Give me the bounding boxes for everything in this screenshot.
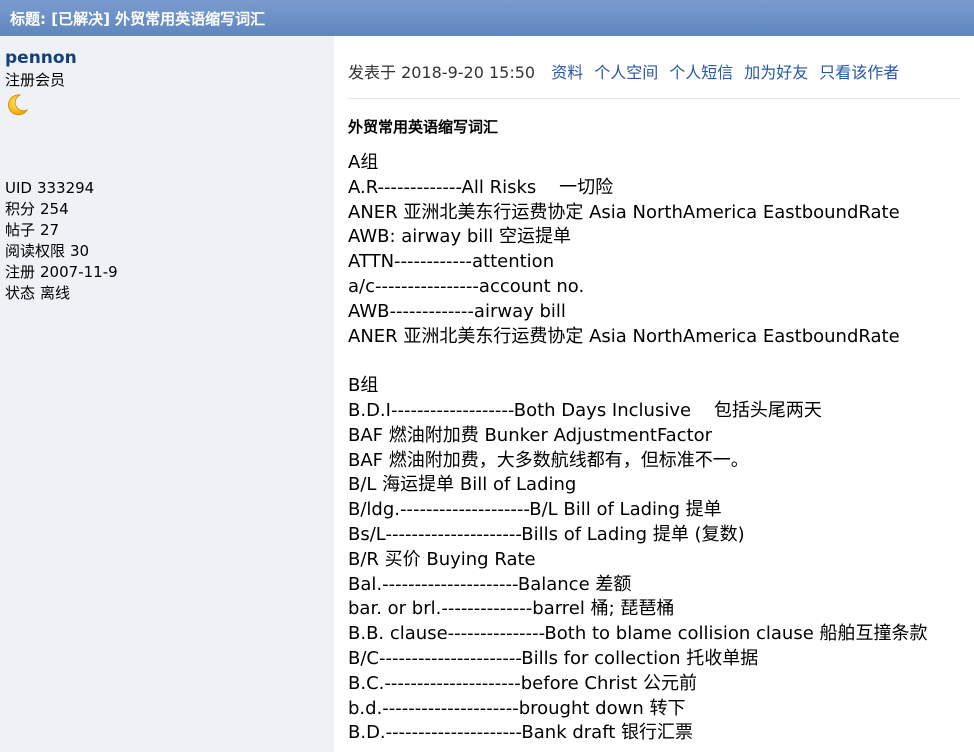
- author-stat-row: 注册 2007-11-9: [5, 262, 329, 283]
- add-friend-link[interactable]: 加为好友: [744, 63, 808, 82]
- stat-label: 阅读权限: [5, 242, 66, 260]
- thread-title: 标题: [已解决] 外贸常用英语缩写词汇: [0, 0, 974, 36]
- stat-value: 30: [70, 242, 90, 260]
- content-line: B组: [348, 375, 379, 397]
- content-line: B/L 海运提单 Bill of Lading: [348, 474, 577, 496]
- post-content: A组 A.R-------------All Risks 一切险 ANER 亚洲北美…: [348, 151, 960, 746]
- stat-label: 注册: [5, 263, 36, 281]
- personal-space-link[interactable]: 个人空间: [594, 63, 658, 82]
- content-line: ANER 亚洲北美东行运费协定 Asia NorthAmerica Eastbo…: [348, 201, 900, 223]
- author-stat-row: 阅读权限 30: [5, 241, 329, 262]
- content-line: B/R 买价 Buying Rate: [348, 548, 536, 570]
- stat-value: 27: [40, 221, 60, 239]
- content-line: ATTN------------attention: [348, 251, 555, 273]
- author-stat-row: UID 333294: [5, 178, 329, 199]
- content-line: AWB-------------airway bill: [348, 300, 566, 322]
- content-line: AWB: airway bill 空运提单: [348, 226, 571, 248]
- moon-icon: [5, 94, 29, 121]
- post-info-bar: 发表于 2018-9-20 15:50 资料 个人空间 个人短信 加为好友 只看该作者: [348, 36, 960, 99]
- content-line: A组: [348, 152, 379, 173]
- content-line: ANER 亚洲北美东行运费协定 Asia NorthAmerica Eastbo…: [348, 325, 900, 347]
- content-line: a/c----------------account no.: [348, 275, 585, 297]
- author-stat-row: 积分 254: [5, 199, 329, 220]
- author-stats: UID 333294 积分 254 帖子 27 阅读权限 30 注册 2007-11-9 状态 离线: [5, 178, 329, 304]
- stat-label: 帖子: [5, 221, 36, 239]
- post-main: 发表于 2018-9-20 15:50 资料 个人空间 个人短信 加为好友 只看该作者 …: [334, 36, 974, 752]
- profile-link[interactable]: 资料: [551, 63, 583, 82]
- content-line: B.D.---------------------Bank draft 银行汇票: [348, 722, 693, 744]
- stat-value: 333294: [36, 179, 95, 197]
- content-line: B/C----------------------Bills for colle…: [348, 647, 759, 669]
- content-line: b.d.---------------------brought down 转下: [348, 697, 686, 719]
- content-line: bar. or brl.--------------barrel 桶; 琵琶桶: [348, 598, 675, 620]
- author-name-link[interactable]: pennon: [5, 48, 77, 68]
- stat-value: 254: [40, 200, 69, 218]
- post-timestamp: 发表于 2018-9-20 15:50: [348, 63, 536, 82]
- author-sidebar: pennon 注册会员 UID 333294 积分 254 帖子 27 阅读权限 30 注册 20…: [0, 36, 334, 752]
- author-role: 注册会员: [5, 71, 66, 89]
- content-line: B/ldg.--------------------B/L Bill of La…: [348, 499, 722, 521]
- stat-label: 状态: [5, 284, 36, 302]
- stat-value: 2007-11-9: [40, 263, 118, 281]
- author-stat-row: 帖子 27: [5, 220, 329, 241]
- content-line: BAF 燃油附加费 Bunker AdjustmentFactor: [348, 424, 713, 446]
- author-stat-row: 状态 离线: [5, 283, 329, 304]
- stat-label: UID: [5, 179, 32, 197]
- content-line: B.C.---------------------before Christ 公…: [348, 672, 697, 694]
- content-line: A.R-------------All Risks 一切险: [348, 176, 614, 198]
- author-only-link[interactable]: 只看该作者: [819, 63, 899, 82]
- private-message-link[interactable]: 个人短信: [669, 63, 733, 82]
- content-line: Bal.---------------------Balance 差额: [348, 573, 632, 595]
- content-line: B.D.I-------------------Both Days Inclus…: [348, 399, 822, 421]
- content-line: B.B. clause---------------Both to blame …: [348, 623, 928, 645]
- content-line: BAF 燃油附加费，大多数航线都有，但标准不一。: [348, 449, 749, 471]
- content-line: Bs/L---------------------Bills of Lading…: [348, 523, 745, 545]
- post-title: 外贸常用英语缩写词汇: [348, 118, 499, 136]
- stat-label: 积分: [5, 200, 36, 218]
- stat-value: 离线: [40, 284, 71, 302]
